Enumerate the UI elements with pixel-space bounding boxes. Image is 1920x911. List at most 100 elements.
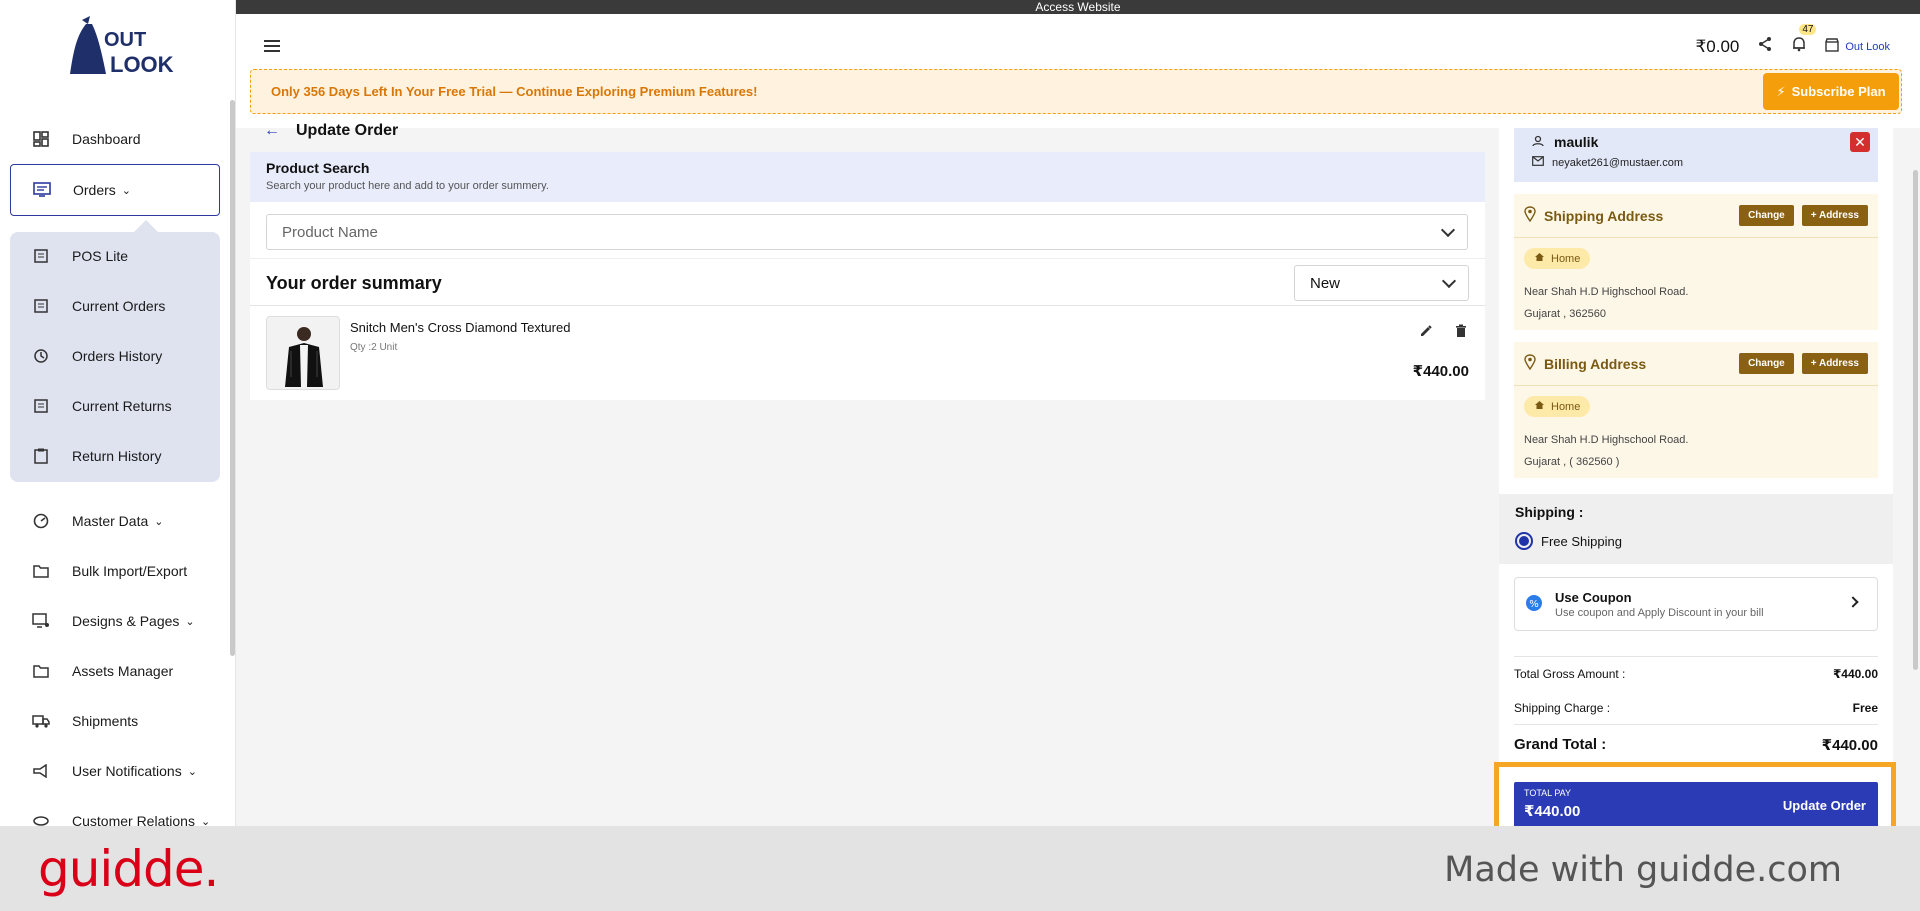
update-order-button[interactable]: TOTAL PAY ₹440.00 Update Order [1514,782,1878,826]
mail-icon [1532,156,1544,169]
sidebar-item-user-notifications[interactable]: User Notifications ⌄ [10,747,220,795]
shipping-address-title: Shipping Address [1544,207,1664,224]
back-arrow-icon[interactable]: ← [264,122,280,140]
product-name-select[interactable]: Product Name [266,214,1468,250]
shipping-address-header: Shipping Address Change + Address [1514,194,1878,238]
menu-icon[interactable] [264,40,280,52]
product-search-title: Product Search [266,160,370,176]
folder-icon [30,560,52,582]
gross-amount-row: Total Gross Amount : ₹440.00 [1514,667,1878,681]
page-title: ← Update Order [264,122,398,140]
edit-icon[interactable] [1419,324,1433,343]
sidebar-item-label: Assets Manager [72,663,174,679]
store-link[interactable]: Out Look [1825,38,1890,55]
address-line-1: Near Shah H.D Highschool Road. [1524,286,1689,298]
location-pin-icon [1524,354,1536,373]
shipping-charge-row: Shipping Charge : Free [1514,701,1878,715]
total-pay-value: ₹440.00 [1524,803,1581,820]
change-shipping-address-button[interactable]: Change [1739,205,1794,226]
order-side-panel: maulik neyaket261@mustaer.com ✕ Shipping… [1499,128,1893,826]
sidebar-item-label: Current Orders [72,298,166,314]
grand-total-row: Grand Total : ₹440.00 [1514,736,1878,754]
shipping-charge-label: Shipping Charge : [1514,701,1611,715]
item-actions [1419,324,1467,343]
notification-badge: 47 [1799,24,1817,35]
chevron-down-icon [1440,222,1456,238]
sidebar-item-assets-manager[interactable]: Assets Manager [10,647,220,695]
sidebar-item-return-history[interactable]: Return History [10,432,220,480]
guidde-footer: guidde. Made with guidde.com [0,826,1920,911]
shipping-address-card: Shipping Address Change + Address Home N… [1514,194,1878,330]
header-actions: ₹0.00 47 Out Look [1695,24,1890,57]
dashboard-icon [30,128,52,150]
address-tag: Home [1524,396,1591,417]
made-with-guidde: Made with guidde.com [1444,850,1842,890]
monitor-icon [30,610,52,632]
sidebar-item-orders-history[interactable]: Orders History [10,332,220,380]
chevron-down-icon: ⌄ [121,184,132,197]
home-icon [1534,252,1545,265]
submenu-notch [134,220,158,232]
sidebar-item-designs-pages[interactable]: Designs & Pages ⌄ [10,597,220,645]
item-qty: Qty :2 Unit [350,342,398,353]
home-icon [1534,400,1545,413]
use-coupon-button[interactable]: % Use Coupon Use coupon and Apply Discou… [1514,577,1878,631]
address-tag-label: Home [1551,400,1581,413]
customer-name: maulik [1554,134,1599,150]
radio-selected-icon[interactable] [1515,532,1533,550]
store-icon [1825,38,1840,55]
address-line-1: Near Shah H.D Highschool Road. [1524,434,1689,446]
user-icon [1532,134,1544,150]
brand-logo[interactable]: OUT LOOK [64,14,174,80]
remove-customer-button[interactable]: ✕ [1850,132,1870,152]
address-tag: Home [1524,248,1591,269]
sidebar-item-label: Current Returns [72,398,172,414]
sidebar-item-label: Dashboard [72,131,141,147]
share-icon[interactable] [1757,36,1773,57]
trash-icon[interactable] [1455,324,1467,343]
customer-card: maulik neyaket261@mustaer.com ✕ [1514,128,1878,182]
sidebar-item-label: Shipments [72,713,139,729]
orders-icon [31,179,53,201]
sidebar-item-current-returns[interactable]: Current Returns [10,382,220,430]
sidebar: OUT LOOK Dashboard Orders ⌄ POS Lite Cur… [0,0,236,829]
sidebar-item-label: POS Lite [72,248,129,264]
sidebar-item-label: Orders History [72,348,163,364]
logo-text-top: OUT [104,29,146,51]
sidebar-item-orders[interactable]: Orders ⌄ [10,164,220,216]
access-website-link[interactable]: Access Website [236,0,1920,14]
trial-banner: Only 356 Days Left In Your Free Trial — … [250,69,1902,114]
clipboard-icon [30,445,52,467]
logo-text-bottom: LOOK [110,52,174,77]
customer-name-row: maulik [1532,134,1860,150]
chevron-down-icon: ⌄ [154,515,164,528]
side-panel-scrollbar[interactable] [1913,170,1918,670]
sidebar-item-bulk-import-export[interactable]: Bulk Import/Export [10,547,220,595]
megaphone-icon [30,760,52,782]
order-status-select[interactable]: New [1294,265,1469,301]
sidebar-item-master-data[interactable]: Master Data ⌄ [10,497,220,545]
page-title-text: Update Order [296,122,399,139]
list-icon [30,295,52,317]
add-billing-address-button[interactable]: + Address [1801,353,1868,374]
subscribe-button[interactable]: ⚡ Subscribe Plan [1763,73,1899,110]
sidebar-item-current-orders[interactable]: Current Orders [10,282,220,330]
product-name-placeholder: Product Name [282,224,378,241]
sidebar-scrollbar[interactable] [230,100,235,656]
free-shipping-option[interactable]: Free Shipping [1515,532,1877,550]
sidebar-item-pos-lite[interactable]: POS Lite [10,232,220,280]
notification-bell-icon[interactable]: 47 [1791,24,1817,57]
sidebar-item-shipments[interactable]: Shipments [10,697,220,745]
wallet-balance[interactable]: ₹0.00 [1695,37,1739,57]
shipping-charge-value: Free [1852,701,1878,715]
address-line-2: Gujarat , ( 362560 ) [1524,456,1620,468]
folder-icon [30,660,52,682]
item-name: Snitch Men's Cross Diamond Textured [350,320,571,335]
coupon-subtitle: Use coupon and Apply Discount in your bi… [1555,607,1764,619]
order-status-value: New [1310,275,1341,292]
change-billing-address-button[interactable]: Change [1739,353,1794,374]
sidebar-item-dashboard[interactable]: Dashboard [10,115,220,163]
order-summary-header: Your order summary New [250,258,1485,306]
gross-amount-value: ₹440.00 [1832,667,1878,681]
add-shipping-address-button[interactable]: + Address [1801,205,1868,226]
